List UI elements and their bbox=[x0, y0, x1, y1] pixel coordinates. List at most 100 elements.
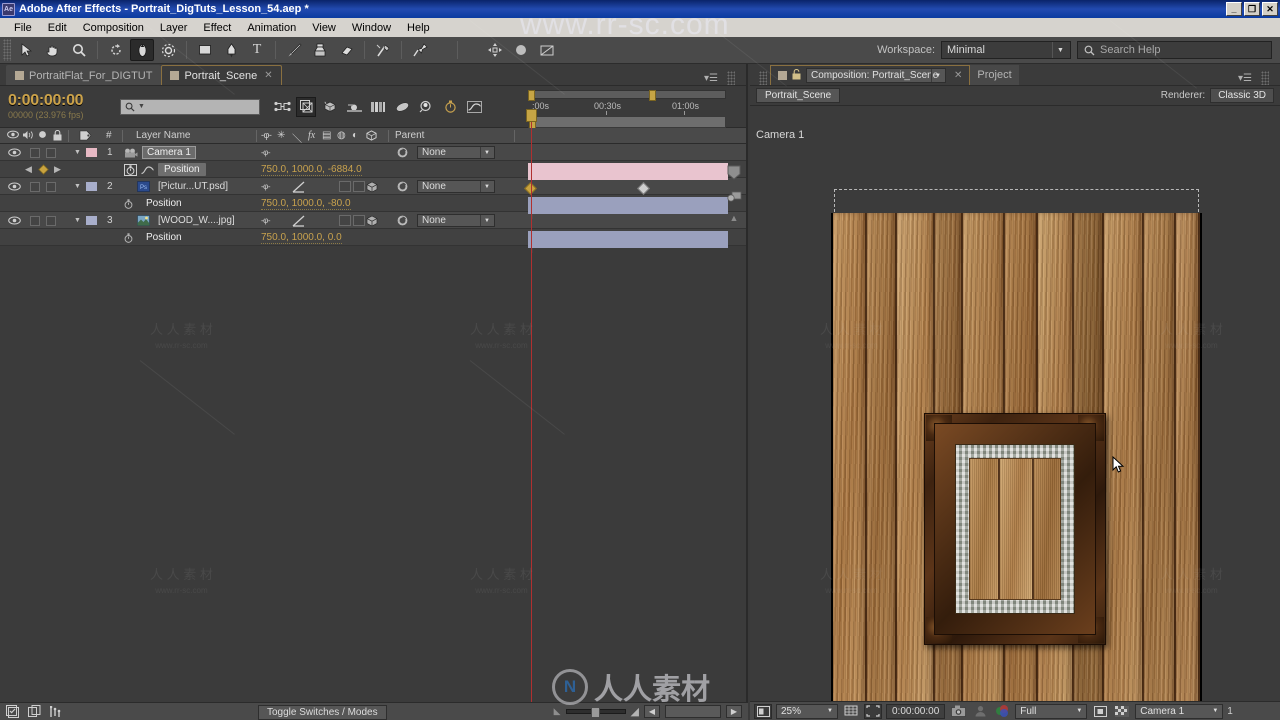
keyframe-prev-icon[interactable]: ◀ bbox=[25, 161, 32, 178]
work-area-bar[interactable] bbox=[528, 90, 726, 101]
eraser-tool-icon[interactable] bbox=[334, 39, 358, 61]
timeline-zoom-slider[interactable] bbox=[565, 707, 626, 718]
stopwatch-icon[interactable] bbox=[124, 161, 137, 178]
graph-editor-toggle-icon[interactable] bbox=[48, 705, 64, 719]
new-3d-layer-icon[interactable] bbox=[320, 97, 340, 117]
toggle-mask-visibility-icon[interactable] bbox=[1113, 704, 1131, 719]
timeline-search-input[interactable]: ▼ bbox=[120, 98, 260, 115]
resolution-select[interactable]: Full ▼ bbox=[1015, 703, 1088, 719]
frame-blend-switch[interactable] bbox=[339, 212, 351, 229]
restore-button[interactable]: ❐ bbox=[1244, 2, 1260, 16]
puppet-pin-tool-icon[interactable] bbox=[408, 39, 432, 61]
menu-layer[interactable]: Layer bbox=[152, 20, 196, 36]
rotation-tool-icon[interactable] bbox=[104, 39, 128, 61]
work-area-start-handle[interactable] bbox=[528, 90, 535, 101]
property-name[interactable]: Position bbox=[158, 161, 206, 178]
timeline-panel-menu[interactable]: ▾☰ bbox=[704, 71, 746, 85]
timeline-navigator[interactable] bbox=[528, 116, 726, 130]
motion-blur-switch[interactable] bbox=[353, 212, 365, 229]
selection-tool-icon[interactable] bbox=[15, 39, 39, 61]
show-channel-rgb-icon[interactable] bbox=[993, 704, 1011, 719]
pan-behind-tool-icon[interactable] bbox=[156, 39, 180, 61]
composition-mini-flowchart-icon[interactable] bbox=[272, 97, 292, 117]
panel-menu-icon[interactable]: ▾☰ bbox=[704, 73, 718, 84]
video-toggle-icon[interactable] bbox=[8, 178, 21, 195]
horizontal-scrollbar[interactable] bbox=[665, 705, 721, 718]
workspace-select[interactable]: Minimal ▼ bbox=[941, 41, 1071, 59]
audio-toggle-cell[interactable] bbox=[30, 178, 40, 195]
comp-marker-icon[interactable] bbox=[726, 187, 742, 207]
audio-toggle-cell[interactable] bbox=[30, 212, 40, 229]
draft-3d-icon[interactable] bbox=[296, 96, 316, 117]
parent-select[interactable]: None ▼ bbox=[417, 144, 495, 161]
composition-name-chip[interactable]: Portrait_Scene bbox=[756, 88, 841, 103]
time-ruler[interactable]: :00s 00:30s 01:00s bbox=[528, 101, 726, 115]
property-value[interactable]: 750.0, 1000.0, 0.0 bbox=[261, 229, 342, 246]
shy-switch[interactable]: -φ- bbox=[261, 144, 271, 161]
magnification-select[interactable]: 25% ▼ bbox=[776, 703, 838, 719]
keyframe-diamond[interactable] bbox=[637, 182, 650, 195]
menu-window[interactable]: Window bbox=[344, 20, 399, 36]
minimize-button[interactable]: _ bbox=[1226, 2, 1242, 16]
tab-portraitflat-for-digtut[interactable]: PortraitFlat_For_DIGTUT bbox=[6, 65, 162, 85]
brainstorm-icon[interactable] bbox=[392, 97, 412, 117]
roto-brush-tool-icon[interactable] bbox=[371, 39, 395, 61]
menu-effect[interactable]: Effect bbox=[195, 20, 239, 36]
zoom-out-timeline-icon[interactable]: ◣ bbox=[554, 706, 561, 717]
camera-view-select[interactable]: Camera 1 ▼ bbox=[1135, 703, 1224, 719]
label-color-swatch[interactable] bbox=[86, 144, 97, 161]
layer-name-field[interactable]: Camera 1 bbox=[142, 144, 196, 161]
menu-file[interactable]: File bbox=[6, 20, 40, 36]
menu-composition[interactable]: Composition bbox=[75, 20, 152, 36]
tab-portrait-scene[interactable]: Portrait_Scene ✕ bbox=[161, 65, 282, 85]
renderer-value-button[interactable]: Classic 3D bbox=[1210, 88, 1274, 103]
timeline-tracks[interactable]: I I bbox=[524, 146, 728, 702]
layer-name-field[interactable]: [WOOD_W....jpg] bbox=[153, 212, 240, 229]
zoom-tool-icon[interactable] bbox=[67, 39, 91, 61]
unified-camera-tool-icon[interactable] bbox=[130, 39, 154, 61]
property-name[interactable]: Position bbox=[140, 229, 188, 246]
layer-name-field[interactable]: [Pictur...UT.psd] bbox=[153, 178, 233, 195]
quality-switch[interactable] bbox=[292, 212, 306, 229]
panel-grip[interactable] bbox=[727, 71, 735, 85]
scroll-right-button[interactable]: ▶ bbox=[726, 705, 742, 718]
frame-blend-switch[interactable] bbox=[339, 178, 351, 195]
current-time-field[interactable]: 0:00:00:00 bbox=[886, 703, 946, 719]
motion-blur-icon[interactable] bbox=[344, 97, 364, 117]
stopwatch-icon[interactable] bbox=[124, 229, 133, 246]
comp-flowchart-icon[interactable] bbox=[4, 705, 20, 719]
type-tool-icon[interactable]: T bbox=[245, 39, 269, 61]
region-of-interest-icon[interactable] bbox=[864, 703, 882, 719]
property-name[interactable]: Position bbox=[140, 195, 188, 212]
threed-layer-switch[interactable] bbox=[366, 212, 378, 229]
take-snapshot-icon[interactable] bbox=[949, 704, 967, 719]
shy-switch[interactable]: -φ- bbox=[261, 178, 271, 195]
scroll-up-arrow-icon[interactable]: ▲ bbox=[726, 211, 742, 225]
property-value[interactable]: 750.0, 1000.0, -6884.0 bbox=[261, 161, 362, 178]
toggle-switches-modes-button[interactable]: Toggle Switches / Modes bbox=[258, 705, 387, 720]
work-area-end-handle[interactable] bbox=[649, 90, 656, 101]
parent-select[interactable]: None ▼ bbox=[417, 212, 495, 229]
panel-grip[interactable] bbox=[1261, 71, 1269, 85]
shield-icon[interactable] bbox=[726, 164, 742, 181]
track-camera-icon[interactable] bbox=[535, 39, 559, 61]
frame-blend-icon[interactable] bbox=[368, 97, 388, 117]
always-preview-this-view-icon[interactable] bbox=[754, 703, 772, 719]
stopwatch-icon[interactable] bbox=[124, 195, 133, 212]
lock-panel-icon[interactable] bbox=[792, 68, 801, 83]
panel-menu-icon[interactable]: ▾☰ bbox=[1238, 73, 1252, 84]
parent-pickwhip-icon[interactable] bbox=[397, 178, 408, 195]
keyframe-next-icon[interactable]: ▶ bbox=[54, 161, 61, 178]
keyframe-navigator-marker-icon[interactable] bbox=[38, 161, 49, 178]
parent-select[interactable]: None ▼ bbox=[417, 178, 495, 195]
expand-layer-triangle-icon[interactable]: ▼ bbox=[74, 144, 81, 161]
quality-switch[interactable] bbox=[292, 178, 306, 195]
graph-editor-set-icon[interactable] bbox=[141, 161, 154, 178]
toggle-transparency-grid-icon[interactable] bbox=[1091, 704, 1109, 719]
expand-layer-triangle-icon[interactable]: ▼ bbox=[74, 178, 81, 195]
parent-pickwhip-icon[interactable] bbox=[397, 144, 408, 161]
brush-tool-icon[interactable] bbox=[282, 39, 306, 61]
render-queue-icon[interactable] bbox=[26, 705, 42, 719]
toolbar-grip[interactable] bbox=[3, 39, 11, 61]
composition-panel-menu[interactable]: ▾☰ bbox=[1238, 71, 1280, 85]
